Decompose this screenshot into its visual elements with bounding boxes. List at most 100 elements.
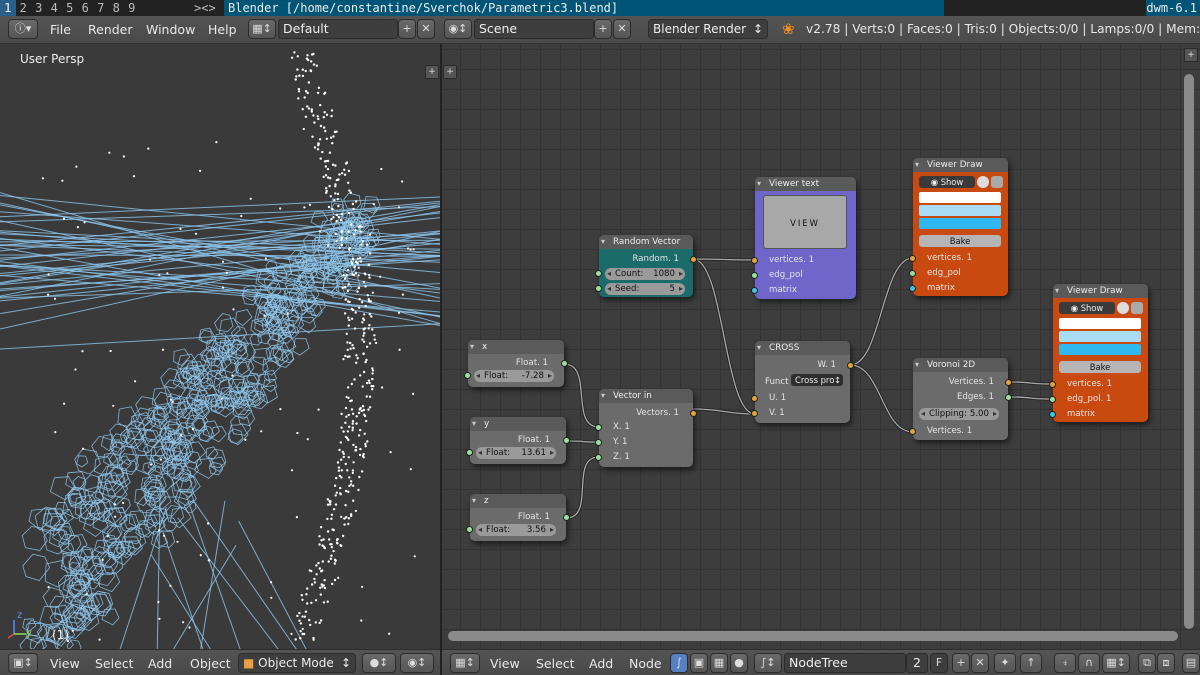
input-socket[interactable]	[751, 257, 758, 264]
workspace-tag-6[interactable]: 6	[78, 0, 94, 16]
vertex-color-swatch[interactable]	[1059, 318, 1141, 329]
area-split-icon[interactable]: +	[1184, 48, 1198, 62]
snap-icon[interactable]: ⍖	[1054, 653, 1076, 673]
node-z[interactable]: z Float. 1 Float: 3.56	[466, 494, 570, 541]
node-vector-in[interactable]: Vector in Vectors. 1 X. 1 Y. 1 Z. 1	[595, 389, 697, 467]
output-socket[interactable]	[690, 410, 697, 417]
output-socket[interactable]	[561, 360, 568, 367]
vertical-scrollbar[interactable]	[1184, 74, 1194, 629]
input-socket[interactable]	[595, 270, 602, 277]
screen-layout-icon[interactable]: ▦↕	[248, 19, 276, 39]
node-header[interactable]: Viewer Draw	[1053, 284, 1148, 298]
node-y[interactable]: y Float. 1 Float: 13.61	[466, 417, 570, 464]
input-socket[interactable]	[1049, 411, 1056, 418]
bake-button[interactable]: Bake	[1059, 361, 1141, 373]
input-socket[interactable]	[909, 428, 916, 435]
input-socket[interactable]	[751, 272, 758, 279]
output-socket[interactable]	[1005, 394, 1012, 401]
toggle-square[interactable]	[991, 176, 1003, 188]
node-cross[interactable]: CROSS W. 1 Funct Cross pro↕ U. 1 V. 1	[751, 341, 854, 423]
magnet-icon[interactable]: ∩	[1078, 653, 1100, 673]
input-socket[interactable]	[464, 372, 471, 379]
input-socket[interactable]	[466, 526, 473, 533]
workspace-tag-7[interactable]: 7	[93, 0, 109, 16]
input-socket[interactable]	[751, 395, 758, 402]
input-socket[interactable]	[909, 285, 916, 292]
node-editor[interactable]: x Float. 1 Float: -7.28 y Float. 1 Float:…	[442, 44, 1200, 649]
menu-select[interactable]: Select	[536, 656, 575, 671]
node-header[interactable]: Viewer Draw	[913, 158, 1008, 172]
node-header[interactable]: Voronoi 2D	[913, 358, 1008, 372]
scene-icon[interactable]: ◉↕	[444, 19, 472, 39]
parent-icon[interactable]: ↑	[1020, 653, 1042, 673]
menu-add[interactable]: Add	[589, 656, 613, 671]
menu-node[interactable]: Node	[629, 656, 662, 671]
render-engine-select[interactable]: Blender Render ↕	[648, 19, 768, 39]
input-socket[interactable]	[909, 255, 916, 262]
clipping-field[interactable]: Clipping:5.00	[919, 408, 999, 420]
menu-view[interactable]: View	[490, 656, 520, 671]
menu-file[interactable]: File	[50, 22, 71, 37]
float-field[interactable]: Float: -7.28	[474, 370, 554, 382]
paste-icon[interactable]: ⧈	[1157, 653, 1175, 673]
toggle-square[interactable]	[1131, 302, 1143, 314]
pivot-icon[interactable]: ◉↕	[400, 653, 434, 673]
node-header[interactable]: Vector in	[599, 389, 693, 403]
input-socket[interactable]	[909, 270, 916, 277]
node-link[interactable]	[849, 364, 914, 433]
workspace-tag-4[interactable]: 4	[47, 0, 63, 16]
menu-window[interactable]: Window	[146, 22, 195, 37]
output-socket[interactable]	[690, 256, 697, 263]
node-viewer-draw-1[interactable]: Viewer Draw ◉ Show Bake vertices. 1 edg_…	[909, 158, 1008, 296]
output-socket[interactable]	[563, 437, 570, 444]
node-header[interactable]: x	[468, 340, 564, 354]
plus-icon[interactable]: +	[398, 19, 416, 39]
close-icon[interactable]: ✕	[417, 19, 435, 39]
input-socket[interactable]	[595, 454, 602, 461]
fake-user-icon[interactable]: F	[930, 653, 948, 673]
count-field[interactable]: Count: 1080	[605, 268, 685, 280]
node-header[interactable]: CROSS	[755, 341, 850, 355]
workspace-tag-1[interactable]: 1	[0, 0, 16, 16]
horizontal-scrollbar[interactable]	[448, 631, 1178, 641]
node-header[interactable]: y	[470, 417, 566, 431]
input-socket[interactable]	[751, 410, 758, 417]
node-link[interactable]	[563, 363, 600, 428]
area-split-icon[interactable]: +	[443, 65, 457, 79]
input-socket[interactable]	[1049, 396, 1056, 403]
node-x[interactable]: x Float. 1 Float: -7.28	[464, 340, 568, 387]
workspace-tag-9[interactable]: 9	[124, 0, 140, 16]
menu-select[interactable]: Select	[95, 656, 134, 671]
node-header[interactable]: Random Vector	[599, 235, 693, 249]
node-random-vector[interactable]: Random Vector Random. 1 Count: 1080 Seed:…	[595, 235, 697, 297]
face-color-swatch[interactable]	[1059, 344, 1141, 355]
menu-add[interactable]: Add	[148, 656, 172, 671]
node-viewer-text[interactable]: Viewer text VIEW vertices. 1 edg_pol mat…	[751, 177, 856, 299]
mode-select[interactable]: ■ Object Mode ↕	[238, 653, 356, 673]
face-color-swatch[interactable]	[919, 218, 1001, 229]
pin-icon[interactable]: ✦	[994, 653, 1016, 673]
shading-icon[interactable]: ●↕	[362, 653, 396, 673]
workspace-tag-5[interactable]: 5	[62, 0, 78, 16]
input-socket[interactable]	[595, 285, 602, 292]
show-toggle[interactable]: ◉ Show	[1059, 302, 1115, 314]
node-link[interactable]	[565, 456, 600, 519]
edge-color-swatch[interactable]	[919, 205, 1001, 216]
workspace-tags[interactable]: 123456789	[0, 0, 140, 16]
toggle-circle[interactable]	[1117, 302, 1129, 314]
copy-icon[interactable]: ⧉	[1138, 653, 1156, 673]
scene-field[interactable]: Scene	[474, 19, 594, 39]
tree-type-sverchok-icon[interactable]: ∫	[670, 653, 688, 673]
screen-field[interactable]: Default	[278, 19, 398, 39]
input-socket[interactable]	[595, 424, 602, 431]
input-socket[interactable]	[1049, 381, 1056, 388]
menu-view[interactable]: View	[50, 656, 80, 671]
float-field[interactable]: Float: 13.61	[476, 447, 556, 459]
editor-type-icon[interactable]: ▦↕	[450, 653, 480, 673]
snap-element-icon[interactable]: ▦↕	[1102, 653, 1130, 673]
menu-object[interactable]: Object	[190, 656, 231, 671]
node-tree-browse-icon[interactable]: ∫↕	[754, 653, 782, 673]
area-split-icon[interactable]: +	[425, 65, 439, 79]
workspace-tag-8[interactable]: 8	[109, 0, 125, 16]
toggle-circle[interactable]	[977, 176, 989, 188]
